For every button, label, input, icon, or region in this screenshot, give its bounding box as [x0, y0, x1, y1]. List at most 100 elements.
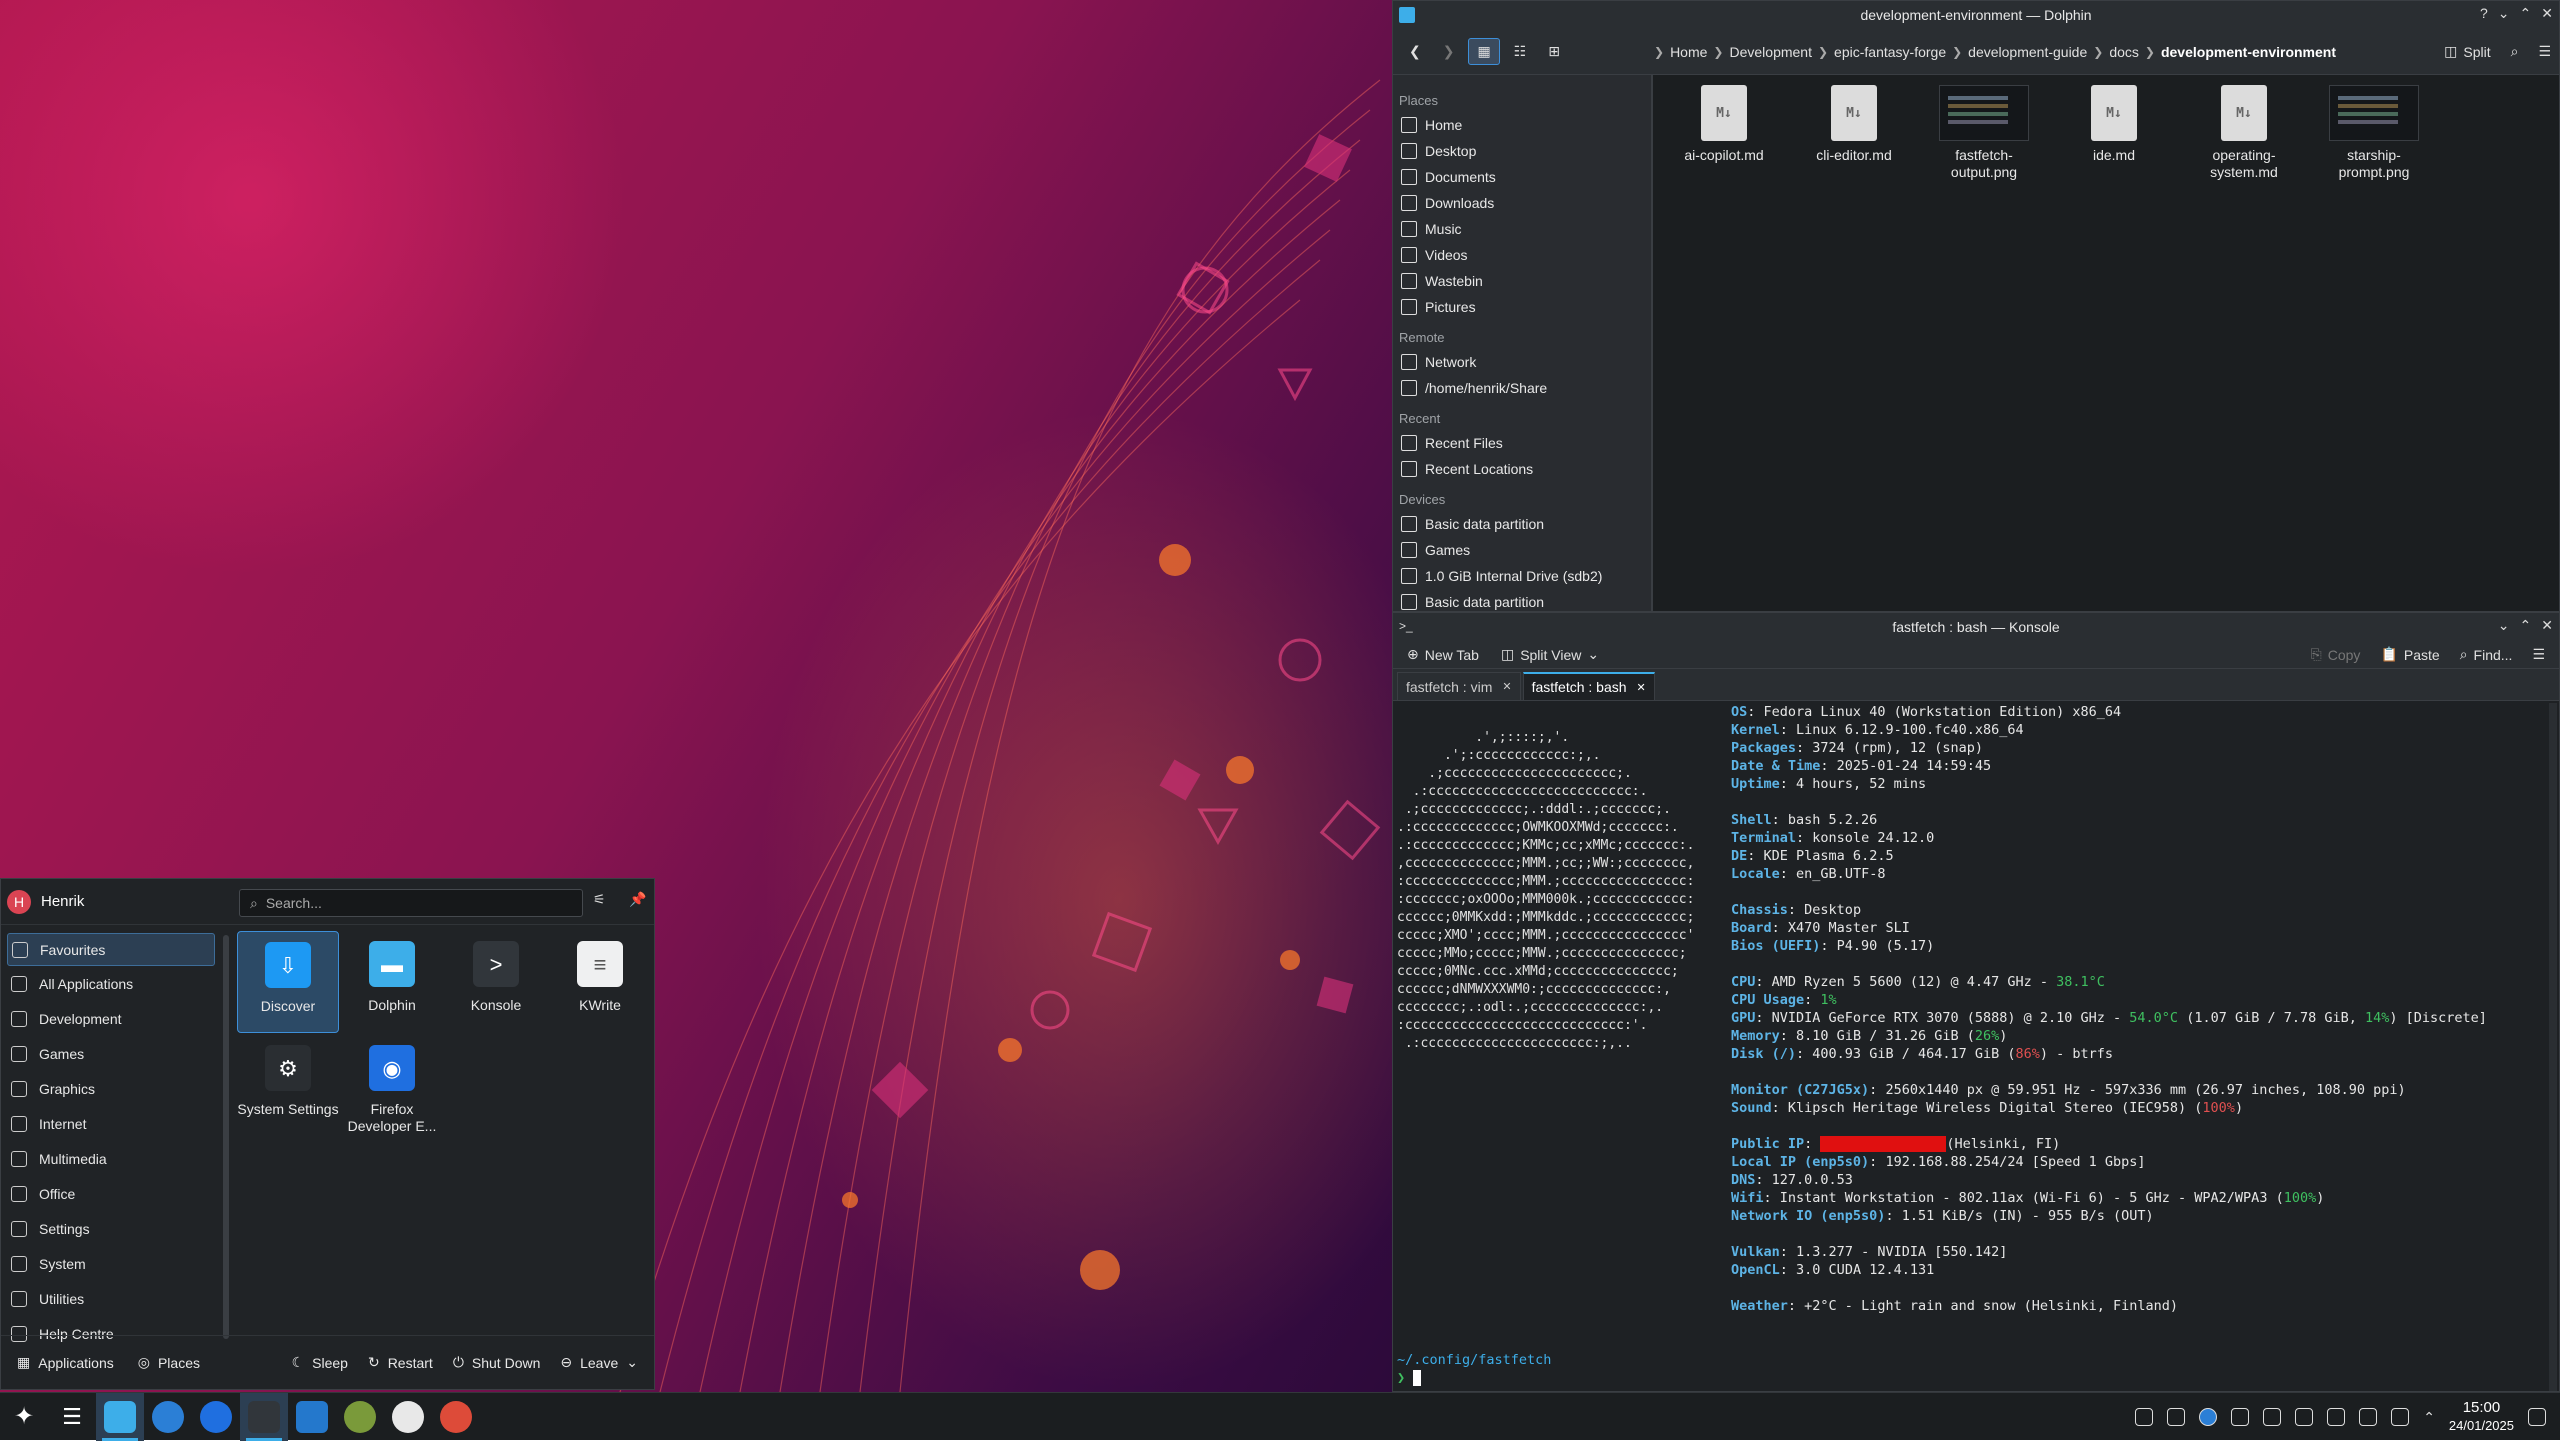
file-item[interactable]: M↓ ide.md: [2053, 85, 2175, 611]
breadcrumb-item[interactable]: Development: [1729, 44, 1812, 60]
search-input[interactable]: ⌕ Search...: [239, 889, 583, 917]
app-konsole[interactable]: > Konsole: [445, 931, 547, 1033]
copy-button[interactable]: ⎘ Copy: [2303, 642, 2369, 667]
bluetooth-icon[interactable]: [2327, 1408, 2346, 1426]
cloud-icon[interactable]: [2167, 1408, 2186, 1426]
places-item[interactable]: Basic data partition: [1393, 511, 1651, 537]
taskbar-item[interactable]: [288, 1393, 336, 1441]
forward-arrow-icon[interactable]: ❯: [1435, 39, 1463, 64]
restart-button[interactable]: ↻ Restart: [360, 1350, 441, 1375]
split-view-button[interactable]: ◫ Split View ⌄: [1493, 642, 1607, 667]
places-item[interactable]: Basic data partition: [1393, 589, 1651, 611]
file-item[interactable]: M↓ ai-copilot.md: [1663, 85, 1785, 611]
minimize-icon[interactable]: ⌄: [2498, 5, 2510, 22]
file-item[interactable]: starship-prompt.png: [2313, 85, 2435, 611]
dolphin-window[interactable]: development-environment — Dolphin ? ⌄ ⌃ …: [1392, 0, 2560, 612]
file-item[interactable]: M↓ cli-editor.md: [1793, 85, 1915, 611]
places-item[interactable]: Network: [1393, 349, 1651, 375]
breadcrumb-item[interactable]: development-environment: [2161, 44, 2336, 60]
app-firefox[interactable]: ◉ Firefox Developer E...: [341, 1035, 443, 1137]
konsole-titlebar[interactable]: >_ fastfetch : bash — Konsole ⌄ ⌃ ✕: [1393, 613, 2559, 641]
volume-icon[interactable]: [2295, 1408, 2314, 1426]
places-item[interactable]: Recent Files: [1393, 430, 1651, 456]
avatar[interactable]: H: [7, 889, 31, 914]
file-item[interactable]: fastfetch-output.png: [1923, 85, 2045, 611]
taskbar-item[interactable]: [96, 1392, 144, 1441]
display-icon[interactable]: [2391, 1408, 2410, 1426]
app-system[interactable]: ⚙ System Settings: [237, 1035, 339, 1137]
category-favourites[interactable]: Favourites: [7, 933, 215, 966]
places-item[interactable]: Music: [1393, 216, 1651, 242]
breadcrumb-item[interactable]: Home: [1670, 44, 1707, 60]
places-tab[interactable]: ◎ Places: [130, 1350, 208, 1375]
category-system[interactable]: System: [1, 1246, 221, 1281]
minimize-icon[interactable]: ⌄: [2498, 617, 2510, 634]
sleep-button[interactable]: ☾ Sleep: [284, 1350, 356, 1375]
category-graphics[interactable]: Graphics: [1, 1071, 221, 1106]
konsole-window[interactable]: >_ fastfetch : bash — Konsole ⌄ ⌃ ✕ ⊕ New…: [1392, 612, 2560, 1392]
clipboard-icon[interactable]: [2263, 1408, 2282, 1426]
compact-view-icon[interactable]: ☷: [1506, 39, 1535, 64]
shutdown-button[interactable]: ⏻ Shut Down: [445, 1350, 549, 1375]
taskbar-item[interactable]: [336, 1393, 384, 1441]
thunderbird-tray-icon[interactable]: [2199, 1408, 2218, 1426]
configure-icon[interactable]: ⚟: [593, 891, 606, 908]
taskbar-item[interactable]: [240, 1392, 288, 1441]
pin-icon[interactable]: 📌: [629, 891, 646, 908]
places-item[interactable]: Home: [1393, 112, 1651, 138]
tray-expand-icon[interactable]: ⌃: [2423, 1409, 2435, 1426]
new-tab-button[interactable]: ⊕ New Tab: [1399, 642, 1487, 667]
close-icon[interactable]: ✕: [2541, 5, 2553, 22]
hamburger-menu-icon[interactable]: ☰: [2524, 642, 2553, 667]
paste-button[interactable]: 📋 Paste: [2372, 642, 2447, 667]
close-icon[interactable]: ✕: [1502, 680, 1511, 693]
app-discover[interactable]: ⇩ Discover: [237, 931, 339, 1033]
show-desktop-icon[interactable]: [2528, 1408, 2546, 1426]
file-view[interactable]: M↓ ai-copilot.md M↓ cli-editor.md fastfetch-…: [1653, 75, 2559, 611]
terminal-output[interactable]: .',;::::;,'. .';:cccccccccccc:;,. .;cccc…: [1393, 701, 2559, 1391]
back-arrow-icon[interactable]: ❮: [1401, 39, 1429, 64]
category-multimedia[interactable]: Multimedia: [1, 1141, 221, 1176]
places-item[interactable]: Videos: [1393, 242, 1651, 268]
leave-button[interactable]: ⊖ Leave ⌄: [552, 1350, 646, 1375]
taskbar-item[interactable]: [432, 1393, 480, 1441]
category-internet[interactable]: Internet: [1, 1106, 221, 1141]
category-games[interactable]: Games: [1, 1036, 221, 1071]
places-item[interactable]: Downloads: [1393, 190, 1651, 216]
details-view-icon[interactable]: ⊞: [1540, 39, 1568, 64]
places-item[interactable]: 1.0 GiB Internal Drive (sdb2): [1393, 563, 1651, 589]
app-kwrite[interactable]: ≡ KWrite: [549, 931, 651, 1033]
dolphin-titlebar[interactable]: development-environment — Dolphin ? ⌄ ⌃ …: [1393, 1, 2559, 29]
breadcrumb[interactable]: ❯ Home ❯ Development ❯ epic-fantasy-forge ❯ dev…: [1654, 44, 2336, 60]
taskbar-item[interactable]: [384, 1393, 432, 1441]
close-icon[interactable]: ✕: [2541, 617, 2553, 634]
shell-prompt[interactable]: ~/.config/fastfetch ❯: [1397, 1351, 1551, 1387]
places-item[interactable]: Recent Locations: [1393, 456, 1651, 482]
file-item[interactable]: M↓ operating-system.md: [2183, 85, 2305, 611]
maximize-icon[interactable]: ⌃: [2520, 617, 2532, 634]
places-item[interactable]: Wastebin: [1393, 268, 1651, 294]
scrollbar[interactable]: [223, 935, 229, 1339]
places-item[interactable]: Games: [1393, 537, 1651, 563]
help-icon[interactable]: ?: [2480, 5, 2488, 22]
vpn-icon[interactable]: [2231, 1408, 2250, 1426]
applications-tab[interactable]: ▦ Applications: [9, 1350, 122, 1375]
find-button[interactable]: ⌕ Find...: [2452, 642, 2521, 667]
breadcrumb-item[interactable]: epic-fantasy-forge: [1834, 44, 1946, 60]
launcher-button[interactable]: ✦: [0, 1393, 48, 1441]
category-all-applications[interactable]: All Applications: [1, 966, 221, 1001]
brightness-icon[interactable]: [2359, 1408, 2378, 1426]
breadcrumb-item[interactable]: development-guide: [1968, 44, 2087, 60]
maximize-icon[interactable]: ⌃: [2520, 5, 2532, 22]
app-dolphin[interactable]: ▬ Dolphin: [341, 931, 443, 1033]
tab-vim[interactable]: fastfetch : vim ✕: [1397, 672, 1521, 700]
search-icon[interactable]: ⌕: [2503, 39, 2527, 64]
overview-button[interactable]: ☰: [48, 1393, 96, 1441]
category-office[interactable]: Office: [1, 1176, 221, 1211]
scrollbar[interactable]: [2549, 703, 2557, 1391]
tab-bash[interactable]: fastfetch : bash ✕: [1522, 672, 1655, 700]
category-utilities[interactable]: Utilities: [1, 1281, 221, 1316]
digital-clock[interactable]: 15:00 24/01/2025: [2449, 1399, 2514, 1435]
taskbar-item[interactable]: [192, 1393, 240, 1441]
application-launcher[interactable]: H Henrik ⌕ Search... ⚟ 📌 Favourites All Ap…: [0, 878, 655, 1390]
